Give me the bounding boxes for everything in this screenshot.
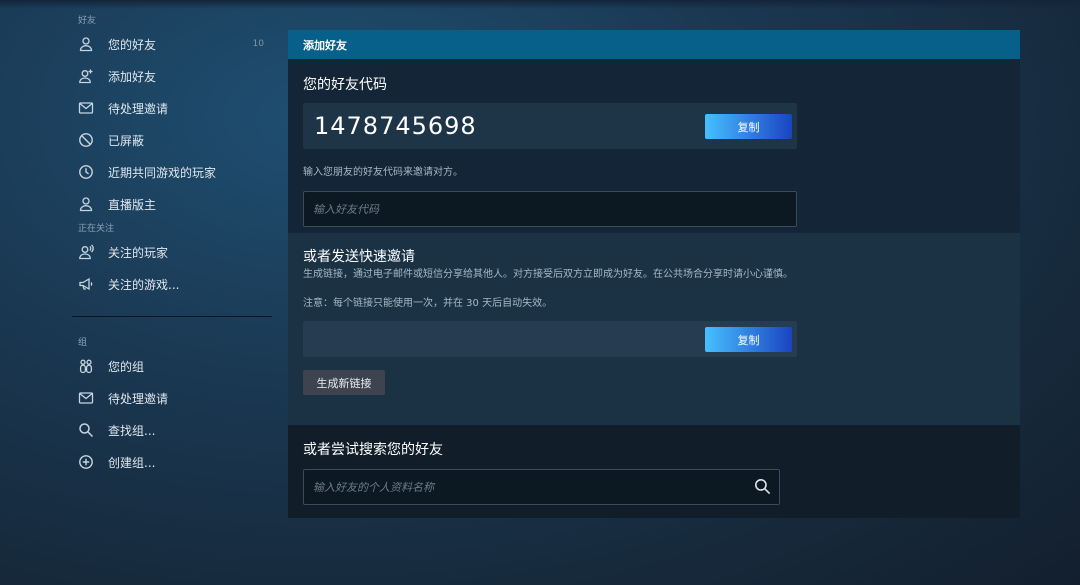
plus-circle-icon [78,454,106,470]
clock-icon [78,164,106,180]
top-edge-shadow [0,0,1080,9]
person-icon [78,36,106,52]
sidebar-item-label: 已屏蔽 [108,133,145,148]
sidebar-item-label: 近期共同游戏的玩家 [108,165,217,180]
sidebar-item-broadcast-moderators[interactable]: 直播版主 [72,188,272,220]
sidebar-item-label: 关注的玩家 [108,245,169,260]
sidebar-section-groups: 组 [78,338,88,348]
sidebar-item-pending-invites[interactable]: 待处理邀请 [72,92,272,124]
sidebar-item-create-group[interactable]: 创建组... [72,446,272,478]
sidebar-item-label: 待处理邀请 [108,391,169,406]
person-icon [78,196,106,212]
quick-invite-heading: 或者发送快速邀请 [303,249,415,265]
search-friends-field [303,469,780,505]
sidebar-section-friends: 好友 [78,16,97,26]
sidebar-item-add-friend[interactable]: 添加好友 [72,60,272,92]
invite-link-box: 复制 [303,321,797,357]
copy-code-button[interactable]: 复制 [705,114,792,139]
friend-code-section: 您的好友代码 1478745698 复制 输入您朋友的好友代码来邀请对方。 [288,59,1020,233]
friend-code-box: 1478745698 复制 [303,103,797,149]
sidebar-item-group-invites[interactable]: 待处理邀请 [72,382,272,414]
sidebar-item-your-friends[interactable]: 您的好友 10 [72,28,272,60]
quick-invite-note: 注意：每个链接只能使用一次，并在 30 天后自动失效。 [303,298,553,309]
sidebar-item-label: 创建组... [108,455,156,470]
sidebar-item-recent-players[interactable]: 近期共同游戏的玩家 [72,156,272,188]
search-icon [78,422,106,438]
sidebar-item-label: 待处理邀请 [108,101,169,116]
sidebar-item-label: 直播版主 [108,197,157,212]
sidebar-divider [72,316,272,317]
quick-invite-description: 生成链接，通过电子邮件或短信分享给其他人。对方接受后双方立即成为好友。在公共场合… [303,269,793,280]
sidebar-section-following: 正在关注 [78,224,115,234]
sidebar-item-label: 您的组 [108,359,145,374]
sidebar: 好友 您的好友 10 添加好友 待处理邀请 已屏蔽 近期共同游戏的玩家 直播版主… [72,14,272,478]
sidebar-item-followed-games[interactable]: 关注的游戏... [72,268,272,300]
friends-count: 10 [252,39,264,49]
generate-link-button[interactable]: 生成新链接 [303,370,385,395]
sidebar-item-blocked[interactable]: 已屏蔽 [72,124,272,156]
group-icon [78,358,106,374]
sidebar-item-label: 查找组... [108,423,156,438]
sidebar-item-label: 关注的游戏... [108,277,180,292]
sidebar-item-your-groups[interactable]: 您的组 [72,350,272,382]
person-follow-icon [78,244,106,260]
person-add-icon [78,68,106,84]
envelope-icon [78,390,106,406]
search-friends-heading: 或者尝试搜索您的好友 [303,442,443,458]
search-friends-input[interactable] [303,469,780,505]
sidebar-item-label: 您的好友 [108,37,157,52]
sidebar-item-find-groups[interactable]: 查找组... [72,414,272,446]
sidebar-item-followed-players[interactable]: 关注的玩家 [72,236,272,268]
sidebar-item-label: 添加好友 [108,69,157,84]
friend-code-input[interactable] [303,191,797,227]
megaphone-icon [78,276,106,292]
blocked-icon [78,132,106,148]
panel-header: 添加好友 [288,30,1020,59]
friend-code-heading: 您的好友代码 [303,77,387,93]
search-icon[interactable] [754,478,771,495]
add-friend-panel: 添加好友 您的好友代码 1478745698 复制 输入您朋友的好友代码来邀请对… [288,30,1020,518]
quick-invite-section: 或者发送快速邀请 生成链接，通过电子邮件或短信分享给其他人。对方接受后双方立即成… [288,233,1020,425]
copy-link-button[interactable]: 复制 [705,327,792,352]
friend-code-hint: 输入您朋友的好友代码来邀请对方。 [303,167,463,178]
friend-code-value: 1478745698 [314,112,477,140]
envelope-icon [78,100,106,116]
search-friends-section: 或者尝试搜索您的好友 [288,425,1020,518]
